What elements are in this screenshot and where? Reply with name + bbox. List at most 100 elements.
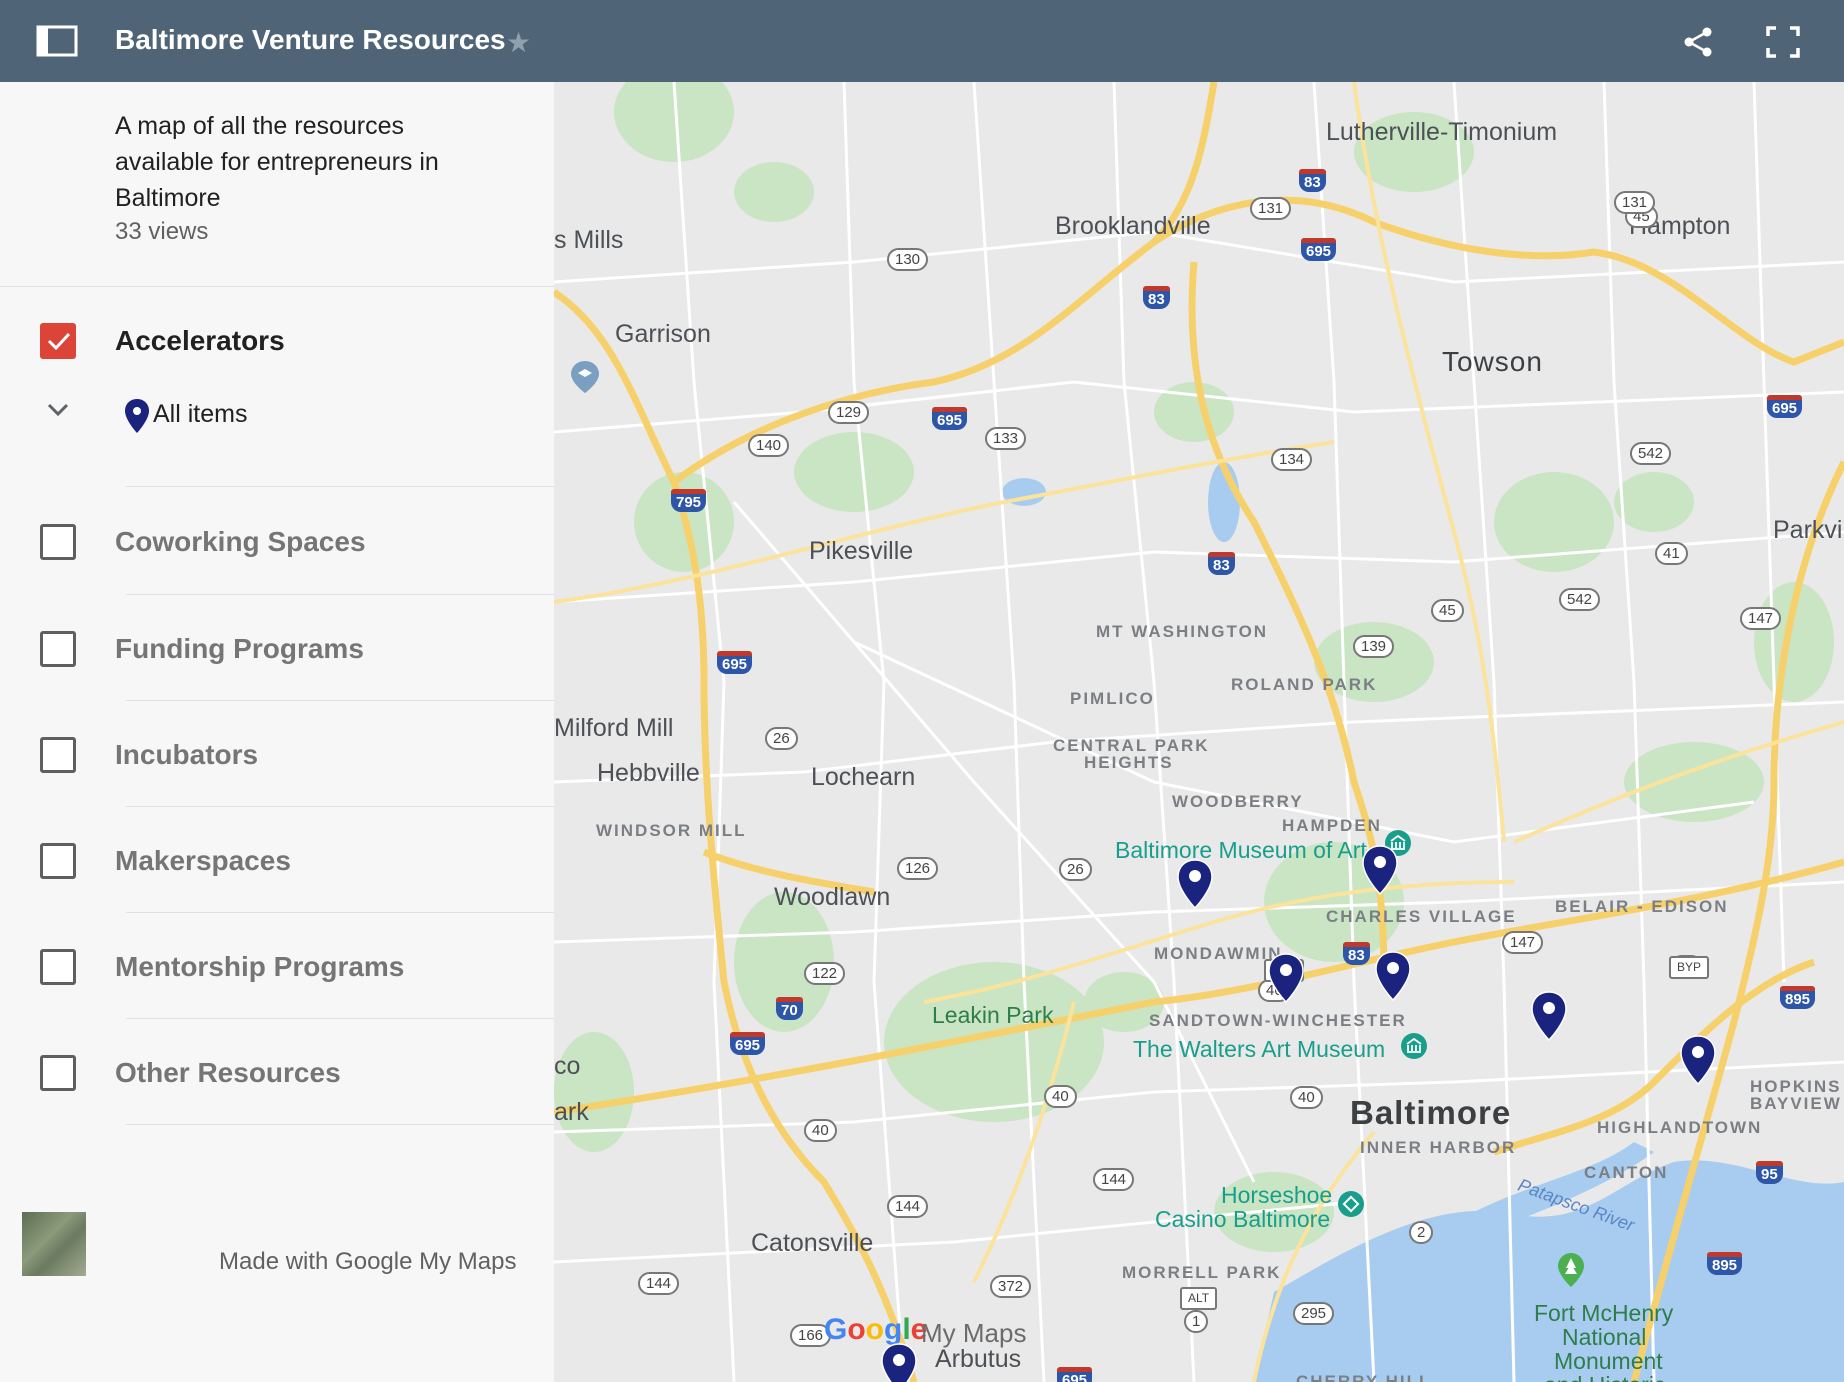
park-label: and Historic: [1544, 1372, 1665, 1382]
route-shield: 295: [1293, 1302, 1335, 1325]
park-label: Monument: [1554, 1348, 1663, 1374]
route-shield: 130: [887, 248, 929, 271]
route-shield: 144: [887, 1195, 929, 1218]
route-shield: 129: [828, 401, 870, 424]
legend-panel: A map of all the resources available for…: [0, 82, 554, 1382]
layer-mentorship-programs[interactable]: Mentorship Programs: [0, 949, 554, 1009]
place-label: Lutherville-Timonium: [1326, 118, 1558, 146]
place-label: Parkvil: [1773, 516, 1844, 544]
neighborhood-label: MORRELL PARK: [1122, 1263, 1282, 1282]
star-icon[interactable]: ★: [506, 26, 531, 59]
map-pin-icon[interactable]: [1530, 990, 1568, 1042]
basemap-thumbnail[interactable]: [22, 1212, 86, 1276]
neighborhood-label: PIMLICO: [1070, 689, 1155, 708]
route-shield: 542: [1559, 588, 1601, 611]
neighborhood-label: CANTON: [1584, 1163, 1669, 1182]
fullscreen-icon[interactable]: [1766, 26, 1800, 58]
map-pin-icon[interactable]: [880, 1342, 918, 1382]
map-pin-icon[interactable]: [1267, 952, 1305, 1004]
poi-label[interactable]: Horseshoe: [1221, 1182, 1332, 1209]
sidebar-toggle-icon[interactable]: [36, 24, 78, 58]
route-shield: ALT: [1180, 1287, 1218, 1310]
route-shield: 147: [1740, 607, 1782, 630]
park-icon[interactable]: [1557, 1252, 1585, 1288]
neighborhood-label: MT WASHINGTON: [1096, 622, 1269, 641]
neighborhood-label: BELAIR - EDISON: [1555, 897, 1729, 916]
poi-label[interactable]: Baltimore Museum of Art: [1115, 837, 1367, 864]
interstate-shield: 95: [1756, 1161, 1783, 1184]
map-canvas[interactable]: Lutherville-Timonium Brooklandville Hamp…: [554, 82, 1844, 1382]
route-shield: 2: [1409, 1221, 1434, 1244]
interstate-shield: 70: [776, 997, 803, 1020]
route-shield: 40: [804, 1119, 837, 1142]
place-label: co: [554, 1052, 581, 1080]
route-shield: 40: [1290, 1086, 1323, 1109]
map-pin-icon[interactable]: [1374, 950, 1412, 1002]
place-label: Catonsville: [751, 1229, 874, 1257]
school-icon[interactable]: [570, 360, 600, 394]
all-items-link[interactable]: All items: [153, 400, 247, 429]
neighborhood-label: WINDSOR MILL: [596, 821, 747, 840]
layer-coworking-spaces[interactable]: Coworking Spaces: [0, 524, 554, 584]
route-shield: 131: [1250, 197, 1292, 220]
place-label: ark: [554, 1098, 589, 1126]
layer-label: Makerspaces: [115, 845, 291, 876]
interstate-shield: 895: [1707, 1252, 1743, 1275]
layer-checkbox-coworking[interactable]: [40, 524, 76, 560]
neighborhood-label: HIGHLANDTOWN: [1597, 1118, 1763, 1137]
chevron-down-icon[interactable]: [46, 402, 70, 418]
layer-checkbox-accelerators[interactable]: [40, 323, 76, 359]
layer-label: Other Resources: [115, 1057, 341, 1088]
share-icon[interactable]: [1682, 26, 1714, 58]
route-shield: 131: [1614, 191, 1656, 214]
layer-other-resources[interactable]: Other Resources: [0, 1055, 554, 1115]
layer-label: Mentorship Programs: [115, 951, 405, 982]
interstate-shield: 695: [1057, 1367, 1093, 1382]
route-shield: 45: [1431, 599, 1464, 622]
layer-checkbox-mentorship[interactable]: [40, 949, 76, 985]
route-shield: 372: [990, 1275, 1032, 1298]
route-shield: 1: [1184, 1310, 1209, 1333]
layer-checkbox-incubators[interactable]: [40, 737, 76, 773]
interstate-shield: 83: [1208, 552, 1235, 575]
route-shield: 140: [748, 434, 790, 457]
map-pin-icon[interactable]: [1679, 1034, 1717, 1086]
route-shield: 139: [1353, 635, 1395, 658]
place-label: s Mills: [554, 226, 624, 254]
park-label: Fort McHenry: [1534, 1300, 1674, 1326]
place-label: Garrison: [615, 320, 711, 348]
interstate-shield: 83: [1343, 942, 1370, 965]
poi-label[interactable]: Casino Baltimore: [1155, 1206, 1330, 1233]
interstate-shield: 895: [1780, 986, 1816, 1009]
divider: [126, 700, 554, 701]
place-label: Milford Mill: [554, 714, 674, 742]
map-pin-icon[interactable]: [1176, 858, 1214, 910]
layer-checkbox-funding[interactable]: [40, 631, 76, 667]
top-bar: Baltimore Venture Resources ★: [0, 0, 1844, 82]
layer-label: Incubators: [115, 739, 259, 770]
map-pin-icon[interactable]: [1361, 844, 1399, 896]
interstate-shield: 695: [932, 407, 968, 430]
layer-accelerators[interactable]: Accelerators: [0, 323, 554, 383]
neighborhood-label: HEIGHTS: [1084, 753, 1174, 772]
layer-checkbox-other[interactable]: [40, 1055, 76, 1091]
layer-checkbox-makerspaces[interactable]: [40, 843, 76, 879]
poi-label[interactable]: The Walters Art Museum: [1133, 1036, 1385, 1063]
place-label: Towson: [1442, 346, 1543, 377]
divider: [126, 486, 554, 487]
map-pin-icon: [125, 399, 149, 433]
layer-funding-programs[interactable]: Funding Programs: [0, 631, 554, 691]
layer-label: Funding Programs: [115, 633, 364, 664]
place-label: Woodlawn: [774, 883, 891, 911]
route-shield: 144: [1093, 1168, 1135, 1191]
route-shield: 26: [765, 727, 798, 750]
layer-incubators[interactable]: Incubators: [0, 737, 554, 797]
museum-icon[interactable]: [1400, 1032, 1428, 1060]
route-shield: 542: [1630, 442, 1672, 465]
map-title: Baltimore Venture Resources: [115, 24, 506, 55]
layer-makerspaces[interactable]: Makerspaces: [0, 843, 554, 903]
casino-icon[interactable]: [1337, 1190, 1365, 1218]
place-label: Arbutus: [935, 1345, 1022, 1373]
neighborhood-label: CHERRY HILL: [1296, 1372, 1432, 1382]
neighborhood-label: SANDTOWN-WINCHESTER: [1149, 1011, 1407, 1030]
